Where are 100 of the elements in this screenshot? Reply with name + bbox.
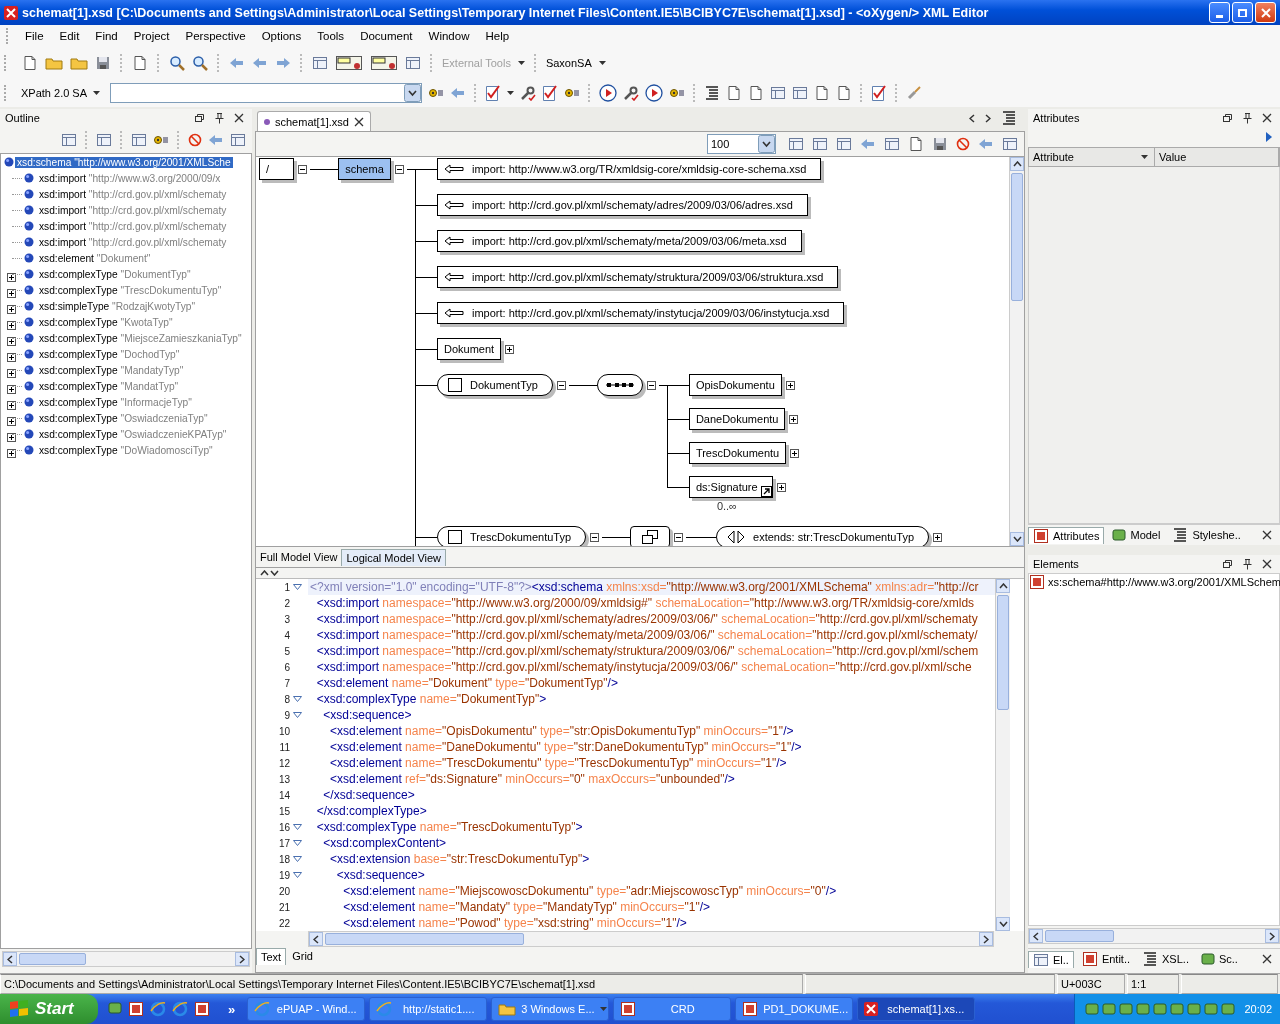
expand-icon[interactable] — [933, 533, 943, 542]
restore-button[interactable] — [1232, 2, 1253, 23]
checkmark-icon[interactable] — [542, 84, 559, 102]
expand-icon[interactable] — [785, 381, 795, 390]
tree-item[interactable]: xsd:import "http://www.w3.org/2000/09/x — [37, 172, 223, 184]
import-node[interactable]: import: http://crd.gov.pl/xml/schematy/struktura/2009/03/06/struktura.xsd — [437, 266, 839, 288]
tree-item[interactable]: xsd:complexType "DochodTyp" — [37, 348, 182, 360]
vertical-scrollbar[interactable] — [995, 579, 1010, 931]
close-icon[interactable] — [354, 116, 364, 127]
tab[interactable]: Grid — [288, 947, 317, 965]
play-icon[interactable] — [599, 84, 618, 102]
brush-icon[interactable] — [906, 85, 923, 101]
window-icon[interactable] — [884, 136, 900, 152]
window-icon[interactable] — [96, 132, 112, 148]
expand-icon[interactable] — [7, 417, 16, 426]
expand-icon[interactable] — [7, 321, 16, 330]
scroll-right-icon[interactable] — [983, 934, 989, 944]
horizontal-scrollbar[interactable] — [1028, 928, 1280, 944]
taskbar-button[interactable]: CRD — [613, 997, 732, 1021]
document-icon[interactable] — [814, 85, 831, 101]
pin-icon[interactable] — [215, 112, 224, 124]
arrow-right-icon[interactable] — [985, 113, 991, 123]
import-node[interactable]: import: http://www.w3.org/TR/xmldsig-core/xmldsig-core-schema.xsd — [437, 158, 822, 180]
window-icon[interactable] — [812, 136, 828, 152]
tree-item[interactable]: xsd:complexType "TrescDokumentuTyp" — [37, 284, 224, 296]
quick-launch-icon[interactable] — [172, 1001, 188, 1017]
horizontal-scrollbar[interactable] — [308, 931, 994, 947]
menu-item[interactable]: Perspective — [177, 30, 254, 42]
taskbar-button[interactable]: schemat[1].xs... — [857, 997, 976, 1021]
tree-item[interactable]: xsd:import "http://crd.gov.pl/xml/schematy — [37, 188, 229, 200]
quick-launch-icon[interactable] — [128, 1001, 144, 1017]
zoom-field[interactable]: 100 — [707, 134, 776, 154]
collapse-icon[interactable] — [674, 533, 684, 542]
horizontal-scrollbar[interactable] — [2, 951, 250, 967]
close-icon[interactable] — [1262, 113, 1272, 123]
fold-icon[interactable] — [292, 872, 302, 878]
window-icon[interactable] — [1002, 136, 1018, 152]
restore-icon[interactable] — [1222, 559, 1233, 569]
quick-launch-icon[interactable] — [108, 1001, 122, 1015]
import-node[interactable]: import: http://crd.gov.pl/xml/schematy/meta/2009/03/06/meta.xsd — [437, 230, 802, 252]
folder-icon[interactable] — [45, 55, 63, 71]
wrench-icon[interactable] — [520, 85, 537, 101]
window-icon[interactable] — [792, 85, 809, 101]
taskbar-button[interactable]: PD1_DOKUME... — [735, 997, 854, 1021]
menu-item[interactable]: Options — [253, 30, 310, 42]
tree-item[interactable]: xsd:import "http://crd.gov.pl/xml/schematy — [37, 220, 229, 232]
tree-item[interactable]: xsd:simpleType "RodzajKwotyTyp" — [37, 300, 198, 312]
tab[interactable]: Text — [256, 947, 287, 965]
element-node[interactable]: OpisDokumentu — [688, 374, 782, 396]
window-icon[interactable] — [770, 85, 787, 101]
import-node[interactable]: import: http://crd.gov.pl/xml/schematy/adres/2009/03/06/adres.xsd — [437, 194, 808, 216]
list-icon[interactable] — [704, 85, 721, 101]
tab[interactable]: Sc.. — [1196, 950, 1242, 968]
fold-icon[interactable] — [292, 712, 302, 718]
window-icon[interactable] — [312, 55, 328, 71]
tree-item[interactable]: xsd:complexType "OswiadczeniaTyp" — [37, 412, 210, 424]
complex-type-node[interactable]: DokumentTyp — [437, 374, 553, 396]
element-node[interactable]: Dokument — [437, 338, 502, 360]
quick-launch-icon[interactable] — [194, 1001, 210, 1017]
scroll-down-icon[interactable] — [1012, 536, 1022, 542]
quick-launch-icon[interactable] — [150, 1001, 166, 1017]
save-icon[interactable] — [95, 55, 111, 71]
scroll-right-icon[interactable] — [239, 954, 245, 964]
checkmark-icon[interactable] — [871, 84, 888, 102]
collapse-icon[interactable] — [395, 165, 404, 174]
save-icon[interactable] — [932, 136, 948, 152]
dropdown-icon[interactable] — [758, 135, 775, 153]
collapse-icon[interactable] — [298, 165, 307, 174]
caret-icon[interactable] — [93, 91, 101, 95]
restore-icon[interactable] — [1222, 113, 1233, 123]
search-icon[interactable] — [169, 55, 185, 71]
tab[interactable]: Entit.. — [1077, 950, 1135, 968]
window-icon[interactable] — [61, 132, 77, 148]
sort-caret-icon[interactable] — [1141, 155, 1148, 159]
scroll-up-icon[interactable] — [998, 583, 1008, 589]
minimize-button[interactable] — [1209, 2, 1230, 23]
document-icon[interactable] — [908, 136, 924, 152]
fold-icon[interactable] — [292, 584, 302, 590]
element-node[interactable]: TrescDokumentu — [688, 442, 787, 464]
transformer-selector[interactable]: SaxonSA — [545, 57, 592, 69]
no-entry-icon[interactable] — [188, 133, 202, 147]
caret-icon[interactable] — [507, 91, 515, 95]
vertical-scrollbar[interactable] — [1009, 157, 1024, 546]
menu-item[interactable]: Document — [352, 30, 421, 42]
restore-icon[interactable] — [194, 113, 205, 123]
expand-icon[interactable] — [790, 449, 800, 458]
menu-item[interactable]: Help — [477, 30, 518, 42]
arrow-left-icon[interactable] — [969, 113, 975, 123]
menu-item[interactable]: File — [17, 30, 52, 42]
tab[interactable]: Full Model View — [256, 548, 342, 566]
close-button[interactable] — [1255, 2, 1276, 23]
editor-tab[interactable]: schemat[1].xsd — [257, 111, 371, 131]
tree-item[interactable]: xsd:complexType "InformacjeTyp" — [37, 396, 194, 408]
tree-item[interactable]: xsd:complexType "MandatyTyp" — [37, 364, 186, 376]
expand-icon[interactable] — [7, 337, 16, 346]
element-reference-node[interactable]: ds:Signature — [688, 476, 773, 498]
menu-item[interactable]: Project — [125, 30, 178, 42]
element-node[interactable]: DaneDokumentu — [688, 408, 786, 430]
window-icon[interactable] — [836, 136, 852, 152]
tree-item[interactable]: xsd:complexType "MandatTyp" — [37, 380, 181, 392]
